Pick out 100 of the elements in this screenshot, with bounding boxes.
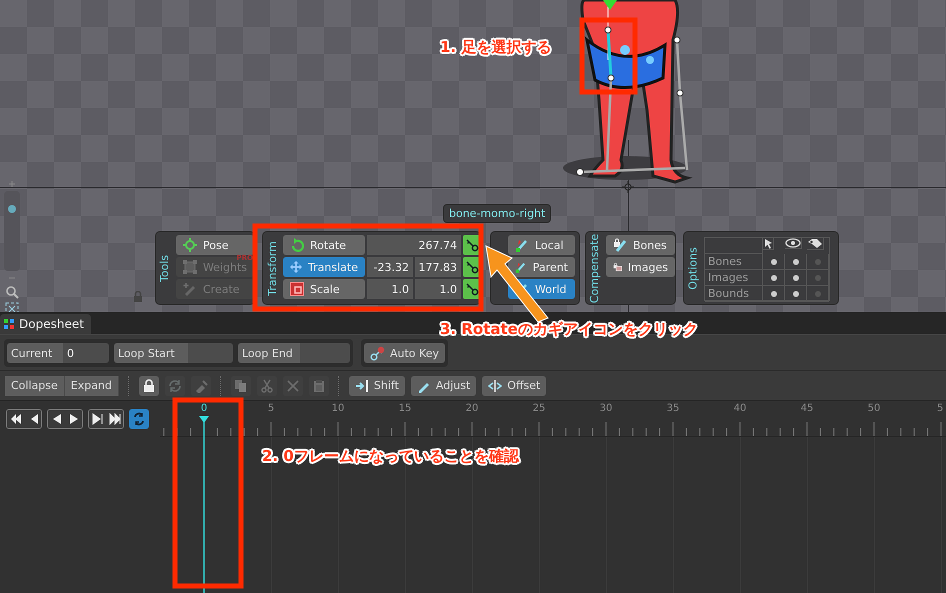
axis-button[interactable]: Local: [508, 235, 575, 255]
axis-button[interactable]: Parent: [508, 257, 575, 277]
frame-label: 5: [937, 403, 944, 414]
panel-title: Tools: [158, 254, 172, 282]
loop-icon: [132, 412, 146, 426]
panel-title: Transform: [266, 240, 278, 296]
auto-key-button[interactable]: Auto Key: [364, 343, 445, 363]
zoom-in-icon[interactable]: [8, 180, 16, 188]
option-toggle[interactable]: [770, 258, 776, 264]
clipboard-icon: [312, 378, 326, 392]
key-icon: [370, 346, 385, 360]
frame-label: 45: [800, 403, 814, 414]
search-icon[interactable]: [5, 285, 19, 299]
skip-start-icon: [10, 413, 22, 425]
playback-button[interactable]: [65, 410, 82, 428]
lock-image-icon: [613, 260, 622, 274]
tool-button[interactable]: Pose: [176, 235, 254, 255]
value-field[interactable]: 1.0: [367, 279, 413, 299]
crosshair-icon: [183, 238, 197, 252]
frame-label: 40: [734, 403, 746, 414]
option-label: Bounds: [705, 286, 763, 302]
lock-icon: [142, 378, 156, 392]
playback-button[interactable]: [106, 410, 123, 428]
mesh-icon: [183, 260, 197, 274]
zoom-slider[interactable]: [4, 191, 20, 271]
axis-icon: [515, 238, 529, 252]
loop-button[interactable]: [129, 409, 149, 429]
frame-label: 5: [268, 403, 274, 414]
compensate-button[interactable]: Bones: [606, 235, 675, 255]
skip-end-icon: [108, 413, 120, 425]
grid-icon: [4, 319, 14, 329]
option-toggle[interactable]: [792, 290, 798, 296]
frame-label: 10: [332, 403, 344, 414]
axis-icon: [515, 260, 527, 274]
frame-label: 0: [200, 403, 208, 414]
option-toggle[interactable]: [814, 290, 820, 296]
move-arrows-icon: [290, 260, 302, 274]
playback-button[interactable]: [24, 410, 41, 428]
sync-icon: [168, 378, 182, 392]
frame-label: 25: [532, 403, 546, 414]
value-field[interactable]: 1.0: [415, 279, 461, 299]
play-reverse-icon: [50, 413, 62, 425]
transform-mode-button[interactable]: Scale: [283, 279, 365, 299]
step-forward-icon: [92, 413, 104, 425]
key-button[interactable]: [463, 235, 480, 255]
frame-label: 30: [600, 403, 612, 414]
scale-icon: [290, 282, 304, 296]
playback-button[interactable]: [48, 410, 65, 428]
transform-mode-button[interactable]: Translate: [283, 257, 365, 277]
input-field[interactable]: 0: [63, 343, 109, 363]
option-toggle[interactable]: [814, 274, 820, 280]
key-pencil-icon: [194, 378, 208, 392]
toolbar-button[interactable]: Expand: [64, 376, 119, 396]
fit-view-icon[interactable]: [5, 302, 19, 312]
playback-button[interactable]: [7, 410, 24, 428]
input-field[interactable]: [300, 343, 350, 363]
toolbar-button[interactable]: Adjust: [410, 376, 476, 396]
transform-mode-button[interactable]: Rotate: [283, 235, 365, 255]
close-icon: [286, 378, 300, 392]
rotate-icon: [290, 238, 304, 252]
playback-button[interactable]: [89, 410, 106, 428]
panel-title: Compensate: [588, 233, 602, 303]
toolbar-icon-button[interactable]: [138, 376, 159, 396]
copy-icon: [234, 378, 248, 392]
field-label: Current: [7, 343, 63, 363]
option-label: Images: [705, 270, 763, 286]
toolbar-button[interactable]: Shift: [348, 376, 405, 396]
field-label: Loop End: [238, 343, 300, 363]
option-toggle[interactable]: [792, 274, 798, 280]
frame-label: 35: [666, 403, 680, 414]
option-label: Bones: [705, 254, 763, 270]
key-button[interactable]: [463, 279, 480, 299]
value-field[interactable]: 177.83: [415, 257, 461, 277]
play-icon: [68, 413, 80, 425]
key-icon: [464, 238, 478, 252]
value-field[interactable]: 267.74: [367, 235, 461, 255]
option-toggle[interactable]: [770, 290, 776, 296]
key-icon: [464, 260, 478, 274]
frame-label: 15: [398, 403, 412, 414]
annotation-text: 3. Rotateのカギアイコンをクリック: [440, 320, 698, 339]
key-button[interactable]: [463, 257, 480, 277]
arrow-bar-icon: [354, 378, 369, 392]
option-toggle[interactable]: [792, 258, 798, 264]
frame-label: 50: [868, 403, 880, 414]
bone-plus-icon: [183, 282, 197, 296]
playhead[interactable]: [199, 416, 209, 593]
annotation-text: 2. 0フレームになっていることを確認: [262, 447, 519, 466]
option-toggle[interactable]: [814, 258, 820, 264]
origin-icon: [622, 181, 634, 193]
offset-arrows-icon: [488, 378, 502, 392]
key-icon: [464, 282, 478, 296]
toolbar-button[interactable]: Collapse: [5, 376, 65, 396]
option-toggle[interactable]: [770, 274, 776, 280]
dopesheet-tab[interactable]: Dopesheet: [0, 314, 91, 334]
compensate-button[interactable]: Images: [606, 257, 675, 277]
frame-label: 20: [466, 403, 478, 414]
value-field[interactable]: -23.32: [367, 257, 413, 277]
toolbar-button[interactable]: Offset: [482, 376, 546, 396]
field-label: Loop Start: [114, 343, 188, 363]
input-field[interactable]: [188, 343, 233, 363]
